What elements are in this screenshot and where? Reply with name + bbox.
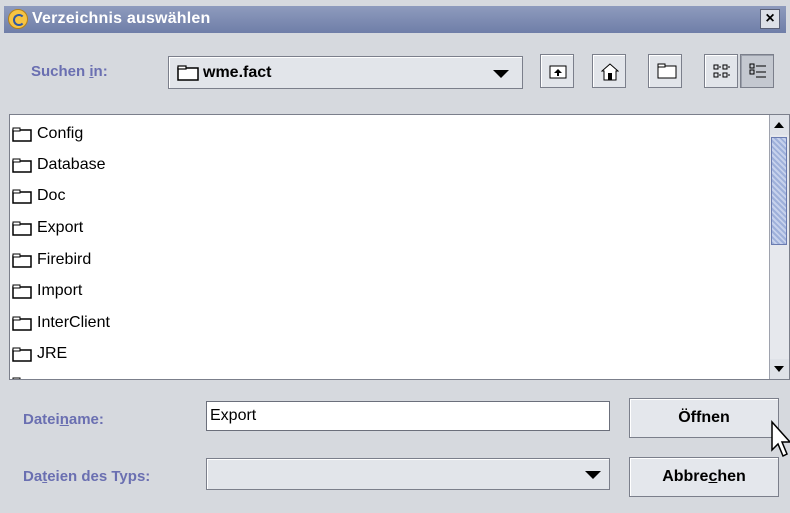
vertical-scrollbar[interactable] bbox=[769, 115, 789, 379]
item-label: Config bbox=[37, 125, 84, 142]
filename-input[interactable]: Export bbox=[206, 401, 610, 431]
chevron-down-icon bbox=[585, 471, 601, 479]
item-label: JRE bbox=[37, 345, 68, 362]
filename-label: Dateiname: bbox=[23, 411, 104, 428]
item-label: Firebird bbox=[37, 251, 92, 268]
chevron-down-icon bbox=[493, 70, 509, 78]
filetype-label: Dateien des Typs: bbox=[23, 468, 151, 485]
list-item[interactable]: Config bbox=[12, 119, 83, 149]
list-item[interactable]: Doc bbox=[12, 181, 65, 211]
folder-icon bbox=[12, 316, 32, 331]
folder-icon bbox=[12, 189, 32, 204]
home-button[interactable] bbox=[592, 54, 626, 88]
scroll-down-button[interactable] bbox=[770, 359, 789, 379]
item-label: InterClient bbox=[37, 314, 110, 331]
scrollbar-thumb[interactable] bbox=[771, 137, 787, 245]
up-folder-icon bbox=[549, 65, 567, 79]
item-label: Export bbox=[37, 219, 84, 236]
file-chooser-dialog: Verzeichnis auswählen × Suchen in: wme.f… bbox=[0, 0, 790, 513]
look-in-combo[interactable]: wme.fact bbox=[168, 56, 523, 89]
filetype-combo[interactable] bbox=[206, 458, 610, 490]
details-view-button[interactable] bbox=[740, 54, 774, 88]
window-title: Verzeichnis auswählen bbox=[32, 10, 211, 27]
folder-icon bbox=[12, 284, 32, 299]
folder-icon bbox=[12, 377, 32, 379]
home-icon bbox=[601, 63, 619, 81]
open-button[interactable]: Öffnen bbox=[629, 398, 779, 438]
folder-icon bbox=[12, 158, 32, 173]
cancel-button[interactable]: Abbrechen bbox=[629, 457, 779, 497]
folder-icon bbox=[12, 347, 32, 362]
list-view-icon bbox=[713, 64, 730, 78]
item-label: Database bbox=[37, 156, 106, 173]
folder-icon bbox=[12, 221, 32, 236]
item-label: Import bbox=[37, 282, 83, 299]
scroll-up-button[interactable] bbox=[770, 115, 789, 135]
up-folder-button[interactable] bbox=[540, 54, 574, 88]
close-button[interactable]: × bbox=[760, 9, 780, 29]
details-view-icon bbox=[749, 63, 766, 78]
look-in-label: Suchen in: bbox=[31, 63, 108, 80]
list-item[interactable]: Database bbox=[12, 150, 106, 180]
mouse-cursor-icon bbox=[771, 420, 790, 458]
title-bar[interactable]: Verzeichnis auswählen × bbox=[4, 6, 786, 33]
list-item[interactable] bbox=[12, 369, 37, 379]
file-list[interactable]: Config Database Doc Export Firebird Impo… bbox=[9, 114, 790, 380]
list-item[interactable]: Import bbox=[12, 276, 82, 306]
app-icon bbox=[8, 9, 28, 29]
new-folder-icon bbox=[657, 63, 677, 79]
look-in-value: wme.fact bbox=[203, 64, 272, 81]
item-label: Doc bbox=[37, 187, 66, 204]
list-item[interactable]: InterClient bbox=[12, 308, 110, 338]
list-item[interactable]: Export bbox=[12, 213, 83, 243]
filename-value: Export bbox=[210, 407, 257, 424]
list-view-button[interactable] bbox=[704, 54, 738, 88]
folder-icon bbox=[12, 127, 32, 142]
folder-icon bbox=[12, 253, 32, 268]
list-item[interactable]: Firebird bbox=[12, 245, 91, 275]
list-item[interactable]: JRE bbox=[12, 339, 67, 369]
folder-icon bbox=[177, 65, 199, 81]
new-folder-button[interactable] bbox=[648, 54, 682, 88]
